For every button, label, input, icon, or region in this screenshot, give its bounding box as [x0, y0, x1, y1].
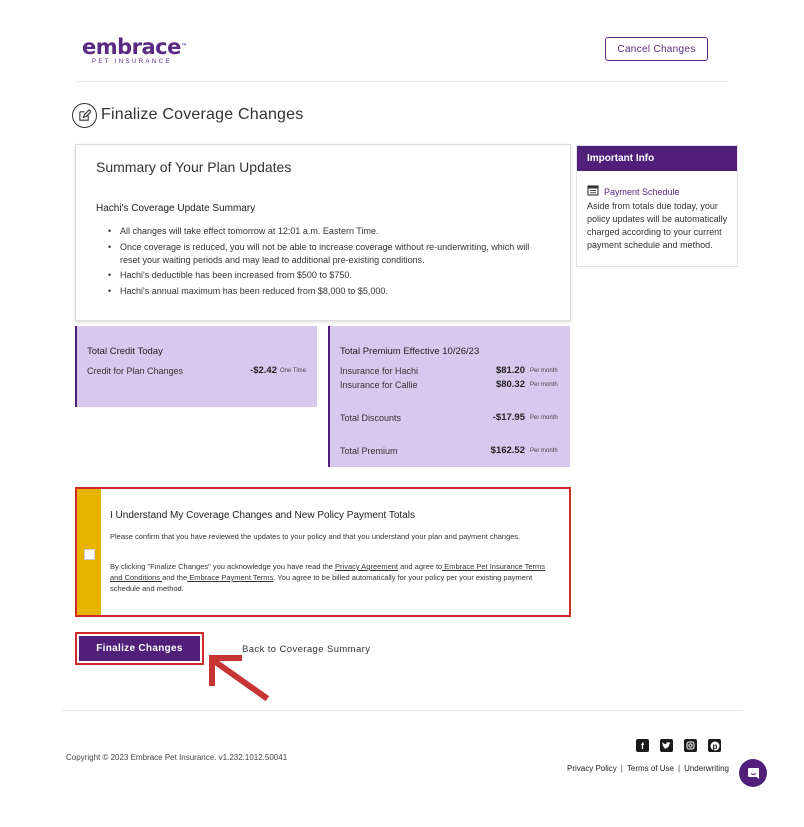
premium-row-label: Total Discounts — [340, 413, 402, 423]
premium-row-label: Insurance for Callie — [340, 380, 418, 390]
confirmation-panel: I Understand My Coverage Changes and New… — [75, 487, 571, 617]
credit-amount: -$2.42 — [250, 365, 277, 376]
red-arrow-annotation — [209, 655, 270, 702]
privacy-agreement-link[interactable]: Privacy Agreement — [335, 562, 398, 571]
total-credit-panel: Total Credit Today Credit for Plan Chang… — [75, 326, 317, 407]
underwriting-link[interactable]: Underwriting — [684, 764, 729, 773]
premium-title: Total Premium Effective 10/26/23 — [340, 346, 480, 357]
logo-tagline: PET INSURANCE — [92, 59, 172, 65]
premium-row-period: Per month — [530, 448, 558, 454]
payment-terms-link[interactable]: Embrace Payment Terms — [187, 573, 273, 582]
confirmation-title: I Understand My Coverage Changes and New… — [110, 510, 415, 521]
footer-separator: | — [620, 764, 623, 773]
premium-row-period: Per month — [530, 368, 558, 374]
edit-icon — [72, 103, 97, 128]
embrace-logo[interactable]: embrace™ PET INSURANCE — [82, 35, 187, 66]
facebook-icon[interactable]: f — [636, 739, 649, 752]
summary-bullet: Once coverage is reduced, you will not b… — [108, 241, 548, 267]
credit-label: Credit for Plan Changes — [87, 366, 184, 376]
premium-row-period: Per month — [530, 382, 558, 388]
legal-text-part: By clicking "Finalize Changes" you ackno… — [110, 562, 336, 571]
premium-row-label: Insurance for Hachi — [340, 366, 419, 376]
summary-bullet: Hachi's annual maximum has been reduced … — [108, 285, 548, 298]
legal-text-part: and agree to — [398, 562, 443, 571]
premium-row-amount: $80.32 — [495, 379, 525, 390]
logo-wordmark: embrace — [82, 35, 181, 59]
premium-row-amount: $81.20 — [495, 365, 525, 376]
terms-of-use-link[interactable]: Terms of Use — [627, 764, 674, 773]
footer-links: Privacy Policy | Terms of Use | Underwri… — [567, 764, 729, 773]
credit-title: Total Credit Today — [87, 346, 163, 357]
premium-row-label: Total Premium — [340, 446, 398, 456]
logo-trademark: ™ — [180, 43, 187, 50]
privacy-policy-link[interactable]: Privacy Policy — [567, 764, 617, 773]
plan-updates-summary-card: Summary of Your Plan Updates Hachi's Cov… — [75, 144, 571, 321]
summary-bullet: Hachi's deductible has been increased fr… — [108, 269, 548, 282]
cancel-changes-button[interactable]: Cancel Changes — [605, 37, 708, 61]
chat-icon — [747, 767, 759, 779]
important-info-text: Aside from totals due today, your policy… — [587, 201, 728, 250]
confirmation-legal-text: By clicking "Finalize Changes" you ackno… — [110, 561, 550, 594]
premium-row-amount: -$17.95 — [492, 412, 525, 423]
page-title: Finalize Coverage Changes — [101, 106, 304, 123]
finalize-button-highlight: Finalize Changes — [75, 632, 204, 665]
total-premium-panel: Total Premium Effective 10/26/23 Insuran… — [328, 326, 570, 467]
summary-heading: Summary of Your Plan Updates — [96, 159, 292, 175]
premium-row-amount: $162.52 — [490, 445, 525, 456]
summary-bullet: All changes will take effect tomorrow at… — [108, 225, 548, 238]
instagram-icon[interactable] — [684, 739, 697, 752]
copyright-text: Copyright © 2023 Embrace Pet Insurance. … — [66, 753, 288, 762]
svg-text:p: p — [712, 742, 717, 751]
footer-divider — [62, 710, 742, 711]
premium-row-period: Per month — [530, 415, 558, 421]
confirm-checkbox[interactable] — [84, 549, 95, 560]
confirmation-text: Please confirm that you have reviewed th… — [110, 532, 521, 541]
confirmation-stripe — [77, 489, 101, 615]
finalize-changes-button[interactable]: Finalize Changes — [79, 636, 200, 661]
payment-schedule-label: Payment Schedule — [604, 186, 680, 197]
summary-bullet-list: All changes will take effect tomorrow at… — [108, 225, 548, 300]
credit-period: One Time — [280, 368, 307, 374]
payment-schedule-link[interactable]: Payment Schedule — [587, 185, 680, 198]
calendar-icon — [587, 185, 599, 198]
chat-button[interactable] — [739, 759, 767, 787]
pinterest-icon[interactable]: p — [708, 739, 721, 752]
important-info-panel: Important Info Payment Schedule Aside fr… — [576, 145, 738, 267]
footer-separator: | — [678, 764, 681, 773]
twitter-icon[interactable] — [660, 739, 673, 752]
legal-text-part: and the — [162, 573, 188, 582]
important-info-header: Important Info — [577, 146, 737, 171]
social-links: f p — [636, 739, 721, 752]
pet-summary-title: Hachi's Coverage Update Summary — [96, 203, 256, 214]
header-divider — [75, 81, 728, 82]
